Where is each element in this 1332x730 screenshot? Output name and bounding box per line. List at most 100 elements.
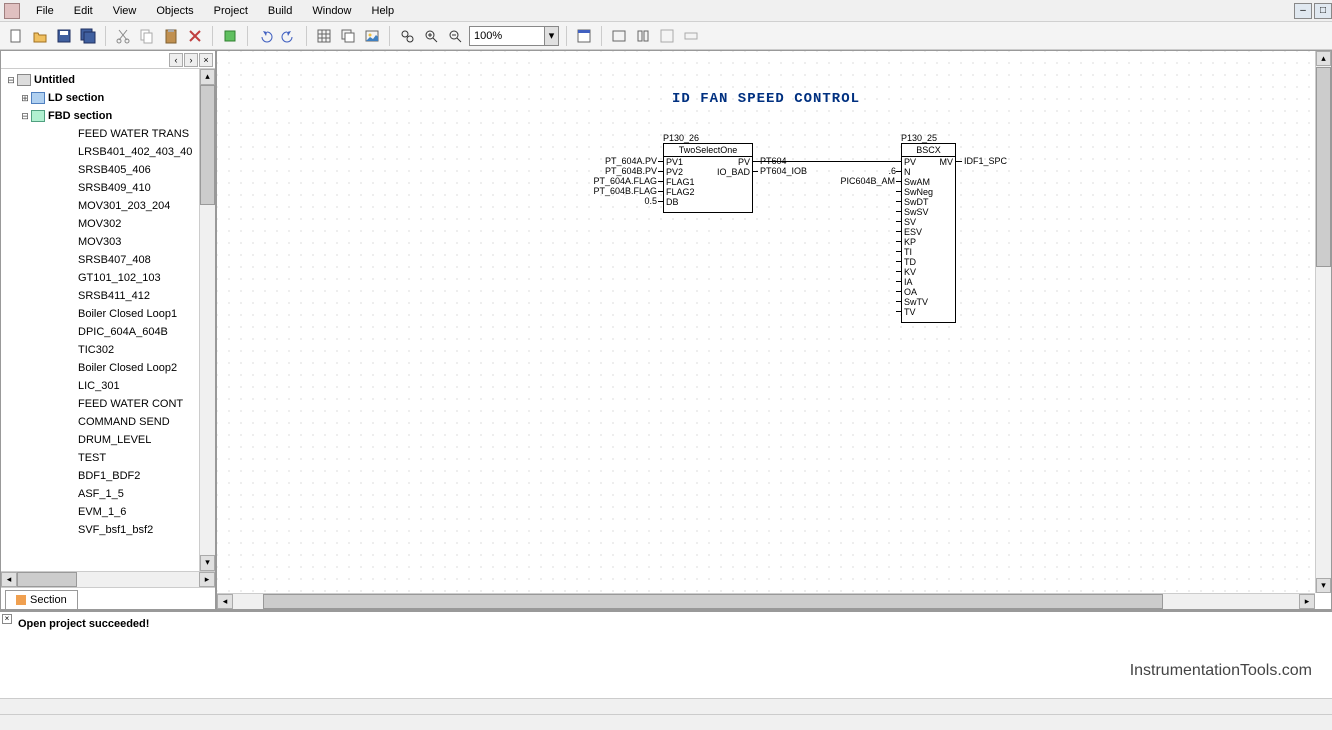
tree-item[interactable]: ASF_1_5	[3, 485, 213, 503]
canvas-vscrollbar[interactable]: ▴ ▾	[1315, 51, 1331, 593]
scroll-thumb[interactable]	[263, 594, 1163, 609]
save-all-button[interactable]	[78, 26, 98, 46]
save-button[interactable]	[54, 26, 74, 46]
menu-objects[interactable]: Objects	[146, 2, 203, 20]
scroll-track[interactable]	[17, 572, 199, 587]
maximize-button[interactable]: □	[1314, 3, 1332, 19]
signal-label: PT_604B.FLAG	[567, 186, 657, 196]
scroll-down-button[interactable]: ▾	[1316, 578, 1331, 593]
delete-button[interactable]	[185, 26, 205, 46]
tree-item[interactable]: SRSB405_406	[3, 161, 213, 179]
collapse-icon[interactable]: ⊟	[19, 111, 31, 122]
find-button[interactable]	[397, 26, 417, 46]
scroll-track[interactable]	[200, 85, 215, 555]
sidebar-expand-button[interactable]: ›	[184, 53, 198, 67]
zoom-select[interactable]: 100%▾	[469, 26, 559, 46]
scroll-thumb[interactable]	[17, 572, 77, 587]
brand-watermark: InstrumentationTools.com	[1130, 662, 1312, 680]
scroll-left-button[interactable]: ◂	[1, 572, 17, 587]
tab-section[interactable]: Section	[5, 590, 78, 609]
tool-a-button[interactable]	[609, 26, 629, 46]
scroll-thumb[interactable]	[1316, 67, 1331, 267]
menu-project[interactable]: Project	[204, 2, 258, 20]
tree-item[interactable]: TIC302	[3, 341, 213, 359]
tree-item[interactable]: SRSB409_410	[3, 179, 213, 197]
scroll-down-button[interactable]: ▾	[200, 555, 215, 571]
tree-item[interactable]: SRSB411_412	[3, 287, 213, 305]
tree-item[interactable]: LRSB401_402_403_40	[3, 143, 213, 161]
tree-item[interactable]: TEST	[3, 449, 213, 467]
sidebar-toolbar: ‹ › ×	[1, 51, 215, 69]
tree-item[interactable]: DPIC_604A_604B	[3, 323, 213, 341]
scroll-right-button[interactable]: ▸	[199, 572, 215, 587]
image-button[interactable]	[362, 26, 382, 46]
section-icon	[61, 272, 75, 284]
scroll-thumb[interactable]	[200, 85, 215, 205]
tree-item[interactable]: SRSB407_408	[3, 251, 213, 269]
tree-item[interactable]: MOV303	[3, 233, 213, 251]
output-close-button[interactable]: ×	[2, 614, 12, 624]
tree-item[interactable]: EVM_1_6	[3, 503, 213, 521]
tree-item[interactable]: FEED WATER CONT	[3, 395, 213, 413]
tree-ld-label: LD section	[48, 92, 104, 104]
layers-button[interactable]	[338, 26, 358, 46]
menu-edit[interactable]: Edit	[64, 2, 103, 20]
fbd-canvas[interactable]: ID FAN SPEED CONTROL P130_26 TwoSelectOn…	[217, 51, 1315, 593]
collapse-icon[interactable]: ⊟	[5, 75, 17, 86]
minimize-button[interactable]: –	[1294, 3, 1312, 19]
fbd-block-bscx[interactable]: BSCX PVNSwAMSwNegSwDTSwSVSVESVKPTITDKVIA…	[901, 143, 956, 323]
refresh-button[interactable]	[220, 26, 240, 46]
tool-c-button[interactable]	[657, 26, 677, 46]
tool-b-button[interactable]	[633, 26, 653, 46]
tool-d-button[interactable]	[681, 26, 701, 46]
zoom-in-button[interactable]	[421, 26, 441, 46]
menu-help[interactable]: Help	[362, 2, 405, 20]
grid-button[interactable]	[314, 26, 334, 46]
tree-item[interactable]: BDF1_BDF2	[3, 467, 213, 485]
canvas-hscrollbar[interactable]: ◂ ▸	[217, 593, 1315, 609]
redo-button[interactable]	[279, 26, 299, 46]
output-hscrollbar[interactable]	[0, 698, 1332, 714]
tree-item[interactable]: GT101_102_103	[3, 269, 213, 287]
menu-view[interactable]: View	[103, 2, 147, 20]
scroll-left-button[interactable]: ◂	[217, 594, 233, 609]
block-pin: FLAG2	[666, 187, 695, 197]
project-tree[interactable]: ⊟Untitled ⊞ LD section ⊟FBD section FEED …	[1, 69, 215, 571]
tree-item-label: GT101_102_103	[78, 272, 161, 284]
copy-button[interactable]	[137, 26, 157, 46]
sidebar-collapse-button[interactable]: ‹	[169, 53, 183, 67]
cut-button[interactable]	[113, 26, 133, 46]
expand-icon[interactable]: ⊞	[19, 93, 31, 104]
scroll-track[interactable]	[233, 594, 1299, 609]
tree-item[interactable]: MOV301_203_204	[3, 197, 213, 215]
scroll-up-button[interactable]: ▴	[200, 69, 215, 85]
menu-window[interactable]: Window	[302, 2, 361, 20]
block1-type: TwoSelectOne	[664, 144, 752, 157]
tree-root[interactable]: ⊟Untitled	[3, 71, 213, 89]
menu-file[interactable]: File	[26, 2, 64, 20]
tree-item[interactable]: COMMAND SEND	[3, 413, 213, 431]
paste-button[interactable]	[161, 26, 181, 46]
scroll-right-button[interactable]: ▸	[1299, 594, 1315, 609]
sidebar-hscrollbar[interactable]: ◂ ▸	[1, 571, 215, 587]
scroll-up-button[interactable]: ▴	[1316, 51, 1331, 66]
menu-build[interactable]: Build	[258, 2, 302, 20]
new-button[interactable]	[6, 26, 26, 46]
tree-item[interactable]: LIC_301	[3, 377, 213, 395]
tree-item[interactable]: Boiler Closed Loop1	[3, 305, 213, 323]
sidebar-vscrollbar[interactable]: ▴ ▾	[199, 69, 215, 571]
properties-button[interactable]	[574, 26, 594, 46]
sidebar-close-button[interactable]: ×	[199, 53, 213, 67]
tree-item[interactable]: SVF_bsf1_bsf2	[3, 521, 213, 539]
tree-item[interactable]: MOV302	[3, 215, 213, 233]
tree-item[interactable]: FEED WATER TRANS	[3, 125, 213, 143]
undo-button[interactable]	[255, 26, 275, 46]
tree-ld[interactable]: ⊞ LD section	[3, 89, 213, 107]
menubar: File Edit View Objects Project Build Win…	[0, 0, 1332, 22]
tree-fbd[interactable]: ⊟FBD section	[3, 107, 213, 125]
tree-item[interactable]: DRUM_LEVEL	[3, 431, 213, 449]
fbd-block-twoselectone[interactable]: TwoSelectOne PV1PV2FLAG1FLAG2DB PVIO_BAD	[663, 143, 753, 213]
tree-item[interactable]: Boiler Closed Loop2	[3, 359, 213, 377]
open-button[interactable]	[30, 26, 50, 46]
zoom-out-button[interactable]	[445, 26, 465, 46]
